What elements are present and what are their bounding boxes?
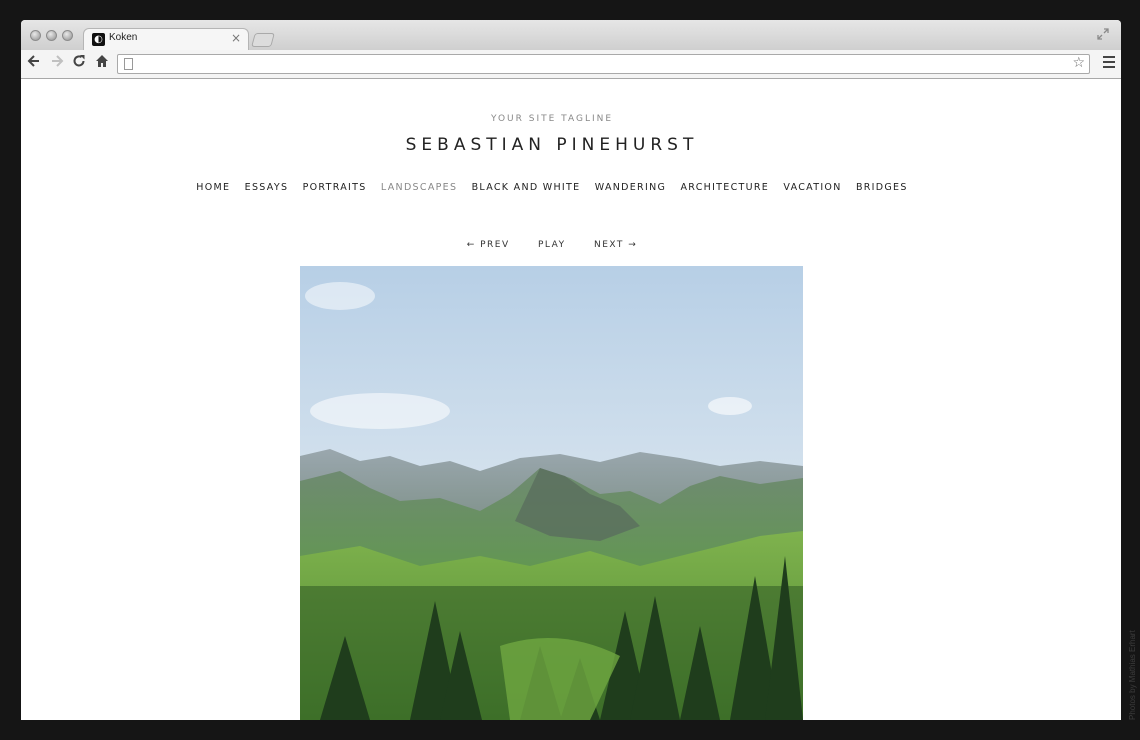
- forward-icon[interactable]: [48, 54, 66, 72]
- back-icon[interactable]: [25, 54, 43, 72]
- tab-strip: ◐ Koken ×: [21, 20, 1121, 51]
- page-icon: [124, 58, 133, 70]
- play-button[interactable]: PLAY: [538, 240, 566, 250]
- nav-item-bridges[interactable]: BRIDGES: [856, 182, 908, 193]
- reload-icon[interactable]: [70, 54, 88, 72]
- photo-pager: ← PREV PLAY NEXT →: [21, 240, 1083, 250]
- url-input[interactable]: [138, 57, 1072, 73]
- photo-credit: Photos by Mathias Erhart: [1128, 630, 1137, 720]
- browser-toolbar: ☆: [21, 50, 1121, 79]
- browser-tab[interactable]: ◐ Koken ×: [83, 28, 249, 51]
- new-tab-button[interactable]: [251, 33, 275, 47]
- fullscreen-icon[interactable]: [1097, 28, 1111, 42]
- landscape-photo[interactable]: [300, 266, 803, 720]
- tab-close-icon[interactable]: ×: [231, 31, 241, 45]
- nav-item-architecture[interactable]: ARCHITECTURE: [680, 182, 769, 193]
- address-bar[interactable]: ☆: [117, 54, 1090, 74]
- web-page: YOUR SITE TAGLINE SEBASTIAN PINEHURST HO…: [21, 79, 1121, 720]
- nav-item-portraits[interactable]: PORTRAITS: [303, 182, 367, 193]
- nav-item-vacation[interactable]: VACATION: [783, 182, 841, 193]
- nav-item-essays[interactable]: ESSAYS: [245, 182, 289, 193]
- tab-title: Koken: [109, 32, 138, 43]
- next-button[interactable]: NEXT →: [594, 240, 637, 250]
- menu-icon[interactable]: [1103, 56, 1115, 68]
- nav-item-black-and-white[interactable]: BLACK AND WHITE: [472, 182, 581, 193]
- site-tagline: YOUR SITE TAGLINE: [490, 114, 614, 124]
- prev-button[interactable]: ← PREV: [467, 240, 510, 250]
- star-icon[interactable]: ☆: [1072, 55, 1085, 71]
- nav-item-landscapes[interactable]: LANDSCAPES: [381, 182, 457, 193]
- minimize-window-button[interactable]: [46, 30, 57, 41]
- main-nav: HOME ESSAYS PORTRAITS LANDSCAPES BLACK A…: [21, 182, 1083, 193]
- nav-item-wandering[interactable]: WANDERING: [595, 182, 666, 193]
- browser-window: ◐ Koken × ☆ YOUR SITE TAGLINE SEBASTIAN …: [21, 20, 1121, 720]
- home-icon[interactable]: [93, 54, 111, 72]
- close-window-button[interactable]: [30, 30, 41, 41]
- zoom-window-button[interactable]: [62, 30, 73, 41]
- favicon-icon: ◐: [92, 33, 105, 46]
- site-title[interactable]: SEBASTIAN PINEHURST: [21, 135, 1083, 155]
- nav-item-home[interactable]: HOME: [196, 182, 230, 193]
